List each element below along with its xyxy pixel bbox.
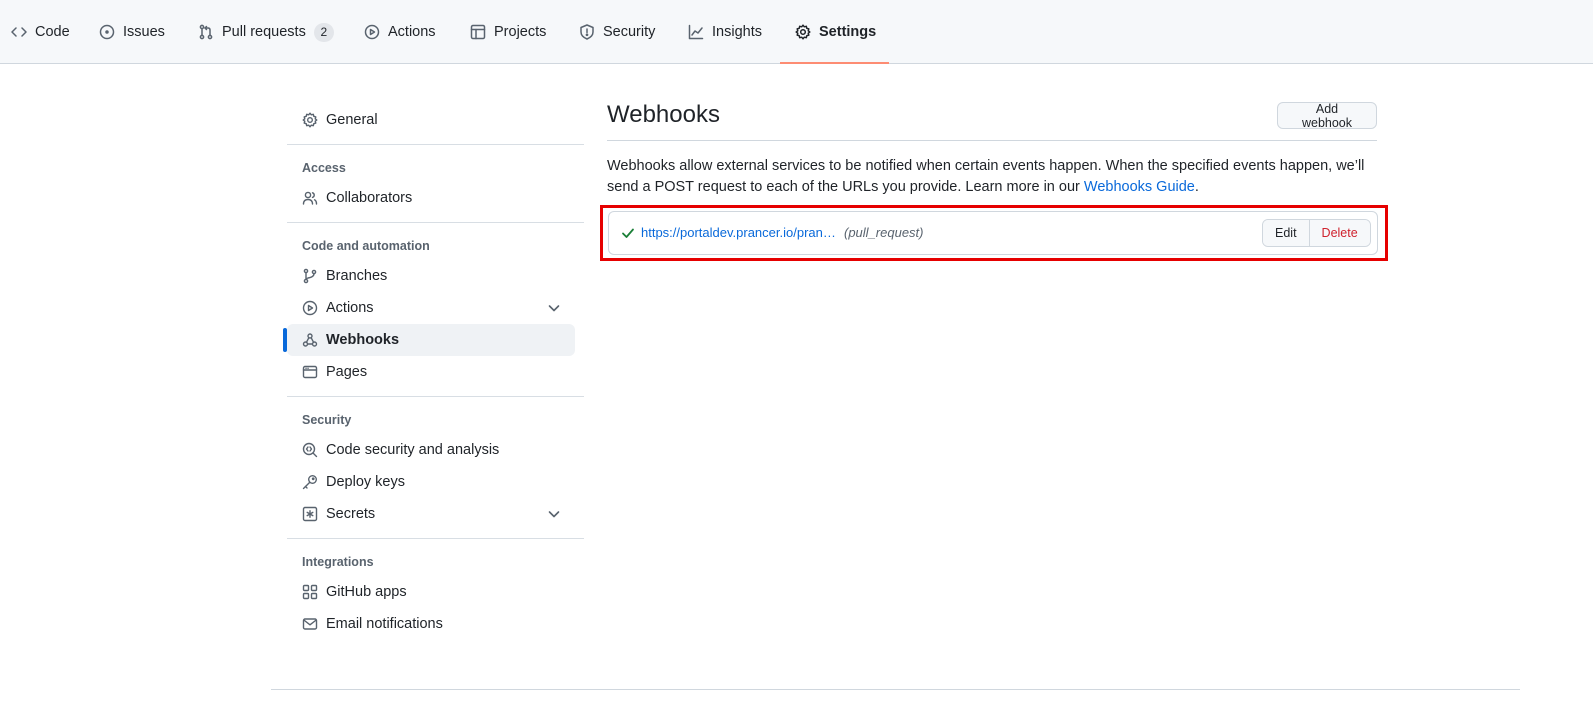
description-text: Webhooks allow external services to be n… xyxy=(607,158,1365,195)
sidebar-item-label: Webhooks xyxy=(326,332,400,348)
key-icon xyxy=(302,475,317,490)
git-pull-request-icon xyxy=(199,24,213,40)
tab-actions-label: Actions xyxy=(388,24,436,40)
tab-insights[interactable]: Insights xyxy=(688,0,762,64)
description-end: . xyxy=(1194,179,1199,195)
tab-issues-label: Issues xyxy=(123,24,165,40)
issue-opened-icon xyxy=(99,24,115,40)
sidebar-heading-security: Security xyxy=(302,413,352,427)
add-webhook-button[interactable]: Add webhook xyxy=(1277,102,1377,130)
tab-settings[interactable]: Settings xyxy=(795,0,876,64)
sidebar-item-collaborators[interactable]: Collaborators xyxy=(287,182,575,214)
tab-actions[interactable]: Actions xyxy=(364,0,436,64)
webhook-actions: Edit Delete xyxy=(1262,219,1371,247)
sidebar-item-deploy-keys[interactable]: Deploy keys xyxy=(287,466,575,498)
asterisk-square-icon xyxy=(302,506,318,522)
git-branch-icon xyxy=(303,268,317,284)
people-icon xyxy=(302,191,318,205)
play-icon xyxy=(302,300,318,316)
chevron-down-icon[interactable] xyxy=(547,507,561,521)
sidebar-item-label: Email notifications xyxy=(326,616,443,632)
tab-issues[interactable]: Issues xyxy=(99,0,165,64)
codescan-icon xyxy=(302,442,318,458)
sidebar-item-label: Secrets xyxy=(326,506,376,522)
tab-code[interactable]: Code xyxy=(11,0,70,64)
tab-security-label: Security xyxy=(603,24,656,40)
sidebar-item-actions[interactable]: Actions xyxy=(287,292,575,324)
tab-security[interactable]: Security xyxy=(579,0,655,64)
edit-webhook-button[interactable]: Edit xyxy=(1263,220,1310,246)
tab-projects-label: Projects xyxy=(494,24,547,40)
sidebar-item-label: Code security and analysis xyxy=(326,442,500,458)
sidebar-divider xyxy=(287,222,584,223)
shield-icon xyxy=(580,24,594,40)
selected-tab-underline xyxy=(780,62,889,64)
browser-icon xyxy=(302,365,318,379)
tab-projects[interactable]: Projects xyxy=(470,0,546,64)
sidebar-item-label: Deploy keys xyxy=(326,474,405,490)
page-title: Webhooks xyxy=(607,101,720,128)
footer-divider xyxy=(271,689,1520,690)
sidebar-item-branches[interactable]: Branches xyxy=(287,260,575,292)
sidebar-heading-code-automation: Code and automation xyxy=(302,239,430,253)
gear-icon xyxy=(795,24,811,40)
play-icon xyxy=(364,24,380,40)
tab-pull-requests[interactable]: Pull requests 2 xyxy=(198,0,334,64)
tab-pull-requests-label: Pull requests xyxy=(222,24,306,40)
sidebar-item-general[interactable]: General xyxy=(287,104,575,136)
sidebar-item-github-apps[interactable]: GitHub apps xyxy=(287,576,575,608)
check-icon xyxy=(622,228,634,238)
apps-icon xyxy=(302,584,318,600)
sidebar-heading-access: Access xyxy=(302,161,346,175)
sidebar-item-pages[interactable]: Pages xyxy=(287,356,575,388)
repo-navigation: Code Issues Pull requests 2 Actions Proj… xyxy=(0,0,1593,64)
sidebar-item-webhooks[interactable]: Webhooks xyxy=(283,324,575,356)
sidebar-item-email-notifications[interactable]: Email notifications xyxy=(287,608,575,640)
sidebar-item-secrets[interactable]: Secrets xyxy=(287,498,575,530)
graph-icon xyxy=(688,24,704,40)
tab-code-label: Code xyxy=(35,24,70,40)
webhooks-guide-link[interactable]: Webhooks Guide xyxy=(1084,179,1195,195)
webhook-list-item: https://portaldev.prancer.io/pran… (pull… xyxy=(608,211,1378,255)
tab-settings-label: Settings xyxy=(819,24,877,40)
title-divider xyxy=(607,140,1377,141)
sidebar-item-label: Collaborators xyxy=(326,190,413,206)
delete-webhook-button[interactable]: Delete xyxy=(1309,220,1370,246)
sidebar-item-code-security[interactable]: Code security and analysis xyxy=(287,434,575,466)
sidebar-item-label: Pages xyxy=(326,364,368,380)
tab-insights-label: Insights xyxy=(712,24,762,40)
mail-icon xyxy=(302,618,318,630)
sidebar-item-label: General xyxy=(326,112,378,128)
webhooks-description: Webhooks allow external services to be n… xyxy=(607,156,1377,198)
webhook-event: (pull_request) xyxy=(844,225,924,240)
sidebar-item-label: Actions xyxy=(326,300,374,316)
sidebar-divider xyxy=(287,144,584,145)
sidebar-item-label: GitHub apps xyxy=(326,584,407,600)
webhook-icon xyxy=(302,333,318,347)
sidebar-divider xyxy=(287,396,584,397)
gear-icon xyxy=(302,112,318,128)
code-icon xyxy=(11,27,27,37)
sidebar-item-label: Branches xyxy=(326,268,388,284)
webhook-url-link[interactable]: https://portaldev.prancer.io/pran… xyxy=(641,225,836,240)
sidebar-heading-integrations: Integrations xyxy=(302,555,374,569)
sidebar-divider xyxy=(287,538,584,539)
table-icon xyxy=(470,24,486,40)
pull-requests-count-badge: 2 xyxy=(313,22,334,42)
chevron-down-icon[interactable] xyxy=(547,301,561,315)
